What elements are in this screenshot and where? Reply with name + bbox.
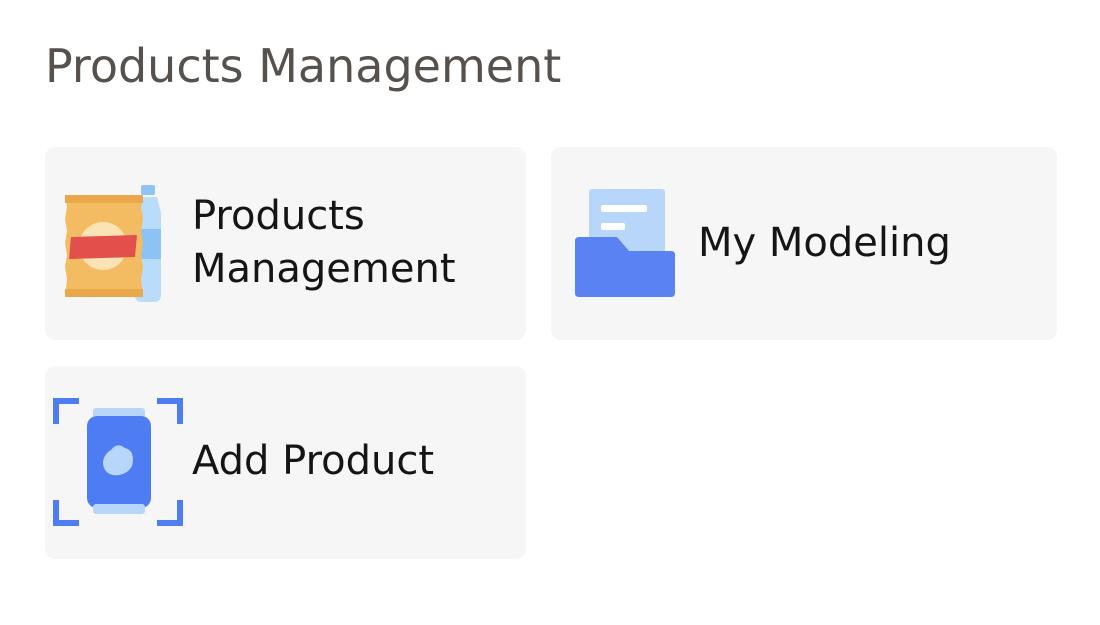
snack-and-bottle-icon [65,185,161,302]
my-modeling-card[interactable]: My Modeling [551,147,1057,340]
page-title: Products Management [45,39,562,93]
products-management-label: Products Management [192,190,456,296]
my-modeling-label: My Modeling [698,220,951,266]
add-product-label: Add Product [192,438,435,484]
folder-document-icon [575,189,675,297]
scan-can-icon [53,398,183,526]
label-line-1: Products [192,193,365,239]
add-product-card[interactable]: Add Product [45,366,526,559]
products-management-card[interactable]: Products Management [45,147,526,340]
label-line-2: Management [192,246,456,292]
